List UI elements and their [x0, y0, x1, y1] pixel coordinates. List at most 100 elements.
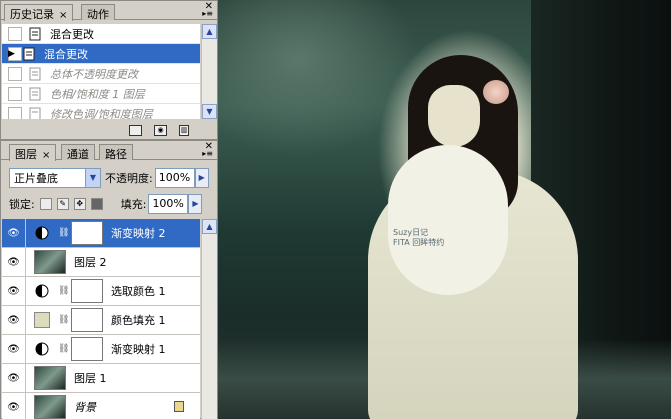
trash-icon[interactable]: ▥: [179, 124, 189, 136]
lock-image-icon[interactable]: ✎: [56, 198, 69, 210]
tab-layers[interactable]: 图层 ×: [9, 144, 57, 161]
layer-thumbnail[interactable]: [34, 366, 66, 390]
photo-flower: [483, 80, 509, 104]
history-footer: ◉ ▥: [1, 121, 217, 139]
scroll-up-icon[interactable]: ▲: [202, 24, 217, 39]
layer-name: 渐变映射 1: [111, 343, 166, 356]
layer-mask-thumbnail[interactable]: [71, 337, 103, 361]
layers-scrollbar[interactable]: ▲: [201, 219, 217, 419]
tab-paths-label: 路径: [105, 148, 127, 161]
snapshot-checkbox[interactable]: [8, 26, 22, 41]
chain-link-icon[interactable]: ⛓: [58, 344, 69, 354]
layer-name: 图层 1: [74, 372, 107, 385]
close-icon[interactable]: ×: [42, 150, 50, 161]
opacity-slider-arrow-icon[interactable]: ▶: [194, 168, 209, 188]
eye-icon[interactable]: 👁: [2, 392, 26, 419]
chain-link-icon[interactable]: ⛓: [58, 286, 69, 296]
layer-row-selected[interactable]: 👁 ⛓ 渐变映射 2: [2, 219, 200, 248]
chain-link-icon[interactable]: ⛓: [58, 228, 69, 238]
history-item[interactable]: 混合更改: [2, 24, 200, 44]
blend-mode-select[interactable]: 正片叠底 ▼: [9, 168, 101, 188]
tab-actions-label: 动作: [87, 8, 109, 21]
panel-menu-icon[interactable]: ▸≡: [202, 9, 213, 18]
layer-row[interactable]: 👁 ⛓ 渐变映射 1: [2, 334, 200, 364]
history-list: 混合更改 ▶ 混合更改 总体不透明度更改 色相/饱和度 1 图层 修改色调/饱和…: [2, 24, 200, 119]
fill-slider-arrow-icon[interactable]: ▶: [188, 194, 203, 214]
history-item-label: 混合更改: [44, 47, 88, 61]
blend-opacity-row: 正片叠底 ▼ 不透明度: 100% ▶: [9, 167, 213, 189]
layer-row[interactable]: 👁 图层 1: [2, 363, 200, 393]
history-item-label: 混合更改: [50, 27, 94, 41]
tab-history[interactable]: 历史记录 ×: [4, 4, 74, 21]
eye-icon[interactable]: 👁: [2, 276, 26, 306]
eye-icon[interactable]: 👁: [2, 363, 26, 393]
history-state-icon: [28, 106, 42, 119]
layer-row[interactable]: 👁 图层 2: [2, 247, 200, 277]
layer-row[interactable]: 👁 ⛓ 颜色填充 1: [2, 305, 200, 335]
tab-channels[interactable]: 通道: [61, 144, 95, 161]
history-state-icon: [28, 26, 42, 41]
scroll-down-icon[interactable]: ▼: [202, 104, 217, 119]
snapshot-checkbox[interactable]: [8, 66, 22, 81]
chain-link-icon[interactable]: ⛓: [58, 315, 69, 325]
history-item[interactable]: 总体不透明度更改: [2, 64, 200, 84]
history-item-label: 修改色调/饱和度图层: [50, 107, 153, 120]
new-document-icon[interactable]: [129, 124, 142, 136]
eye-icon[interactable]: 👁: [2, 305, 26, 335]
layer-thumbnail[interactable]: [34, 250, 66, 274]
document-canvas[interactable]: Suzy日记 FITA 回眸特约: [218, 0, 671, 419]
history-item[interactable]: 修改色调/饱和度图层: [2, 104, 200, 119]
panel-menu-icon[interactable]: ▸≡: [202, 149, 213, 158]
snapshot-checkbox[interactable]: [8, 86, 22, 101]
snapshot-checkbox[interactable]: [8, 106, 22, 119]
photo-teddy-bear: [388, 145, 508, 295]
lock-fill-row: 锁定: ✎ ✥ 填充: 100% ▶: [9, 193, 213, 215]
layer-thumbnail[interactable]: [34, 395, 66, 419]
blend-mode-value: 正片叠底: [14, 172, 58, 185]
tab-paths[interactable]: 路径: [99, 144, 133, 161]
eye-icon[interactable]: 👁: [2, 247, 26, 277]
layer-mask-thumbnail[interactable]: [71, 279, 103, 303]
history-item-selected[interactable]: ▶ 混合更改: [2, 44, 200, 64]
history-state-icon: [28, 86, 42, 101]
chevron-down-icon[interactable]: ▼: [85, 169, 100, 187]
layer-name: 图层 2: [74, 256, 107, 269]
fill-label: 填充:: [120, 198, 147, 211]
watermark: Suzy日记 FITA 回眸特约: [393, 228, 444, 248]
watermark-line-2: FITA 回眸特约: [393, 238, 445, 247]
lock-label: 锁定:: [9, 198, 35, 211]
history-item-label: 色相/饱和度 1 图层: [50, 87, 145, 101]
layer-row-background[interactable]: 👁 背景: [2, 392, 200, 419]
layers-list: 👁 ⛓ 渐变映射 2 👁 图层 2 👁 ⛓ 选取颜色 1 👁 ⛓ 颜色填充 1 …: [2, 219, 200, 419]
lock-transparency-icon[interactable]: [39, 198, 52, 210]
scroll-up-icon[interactable]: ▲: [202, 219, 217, 234]
photo-face: [428, 85, 480, 147]
lock-all-icon[interactable]: [90, 198, 103, 210]
history-state-icon: [28, 66, 42, 81]
history-tabbar: 历史记录 × 动作 ✕ ▸≡: [1, 1, 217, 21]
eye-icon[interactable]: 👁: [2, 219, 26, 248]
history-brush-arrow-icon: ▶: [8, 48, 15, 59]
layer-row[interactable]: 👁 ⛓ 选取颜色 1: [2, 276, 200, 306]
tab-history-label: 历史记录: [10, 8, 54, 21]
history-panel: 历史记录 × 动作 ✕ ▸≡ 混合更改 ▶ 混合更改 总体不透明度更改 色相/饱和…: [0, 0, 218, 140]
layer-mask-thumbnail[interactable]: [71, 308, 103, 332]
gradient-map-adjustment-icon: [34, 225, 50, 241]
close-icon[interactable]: ×: [59, 10, 67, 21]
opacity-input[interactable]: 100%: [154, 168, 195, 188]
layers-tabbar: 图层 × 通道 路径 ✕ ▸≡: [1, 141, 217, 161]
eye-icon[interactable]: 👁: [2, 334, 26, 364]
tab-layers-label: 图层: [15, 148, 37, 161]
tab-actions[interactable]: 动作: [81, 4, 115, 21]
watermark-line-1: Suzy日记: [393, 228, 429, 237]
fill-input[interactable]: 100%: [148, 194, 189, 214]
layer-name: 背景: [74, 401, 96, 414]
camera-icon[interactable]: ◉: [154, 124, 167, 136]
lock-position-icon[interactable]: ✥: [73, 198, 86, 210]
history-scrollbar[interactable]: ▲ ▼: [201, 24, 217, 119]
history-item[interactable]: 色相/饱和度 1 图层: [2, 84, 200, 104]
layer-mask-thumbnail[interactable]: [71, 221, 103, 245]
layers-panel: 图层 × 通道 路径 ✕ ▸≡ 正片叠底 ▼ 不透明度: 100% ▶ 锁定: ✎…: [0, 140, 218, 419]
layer-name: 选取颜色 1: [111, 285, 166, 298]
color-fill-swatch-icon[interactable]: [34, 312, 50, 328]
